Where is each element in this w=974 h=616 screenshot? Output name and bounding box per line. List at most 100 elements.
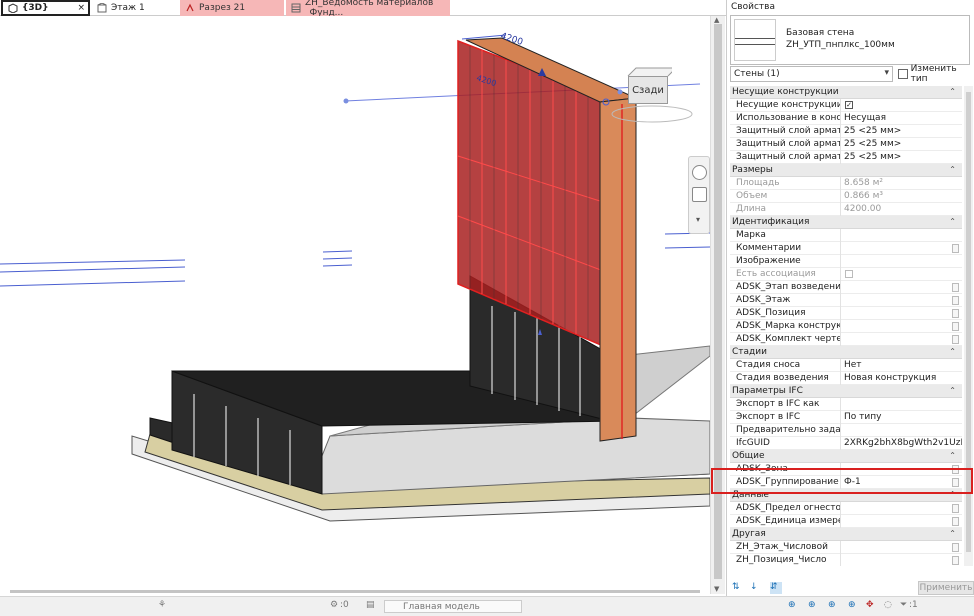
property-row[interactable]: Стадия возведения Новая конструкция	[730, 372, 962, 385]
background-process-icon[interactable]: ◌	[884, 600, 892, 610]
property-row[interactable]: Экспорт в IFC как	[730, 398, 962, 411]
property-name: ADSK_Этап возведения	[736, 282, 840, 292]
property-row[interactable]: ADSK_Марка конструкции	[730, 320, 962, 333]
viewcube[interactable]: Сзади	[624, 64, 672, 124]
property-row[interactable]: ZH_Позиция_Число	[730, 554, 962, 566]
3d-viewport[interactable]: 4200 4200 Сзади ▾ ✦ ◎ ◈ ☼ ◐ ⌂ ⊡ ⊞ ⚲ ◉ ☀ …	[0, 16, 710, 594]
property-row[interactable]: Длина 4200.00	[730, 203, 962, 216]
property-row[interactable]: Несущие конструкции ✓	[730, 99, 962, 112]
property-row[interactable]: ZH_Этаж_Числовой	[730, 541, 962, 554]
design-options-icon[interactable]: ⚙	[330, 600, 338, 610]
zoom-icon[interactable]	[692, 187, 707, 202]
property-value[interactable]: 25 <25 мм>	[844, 126, 901, 136]
associate-parameter-button[interactable]	[952, 517, 959, 526]
property-value[interactable]: 25 <25 мм>	[844, 139, 901, 149]
grip-handle[interactable]	[343, 98, 349, 104]
associate-parameter-button[interactable]	[952, 309, 959, 318]
apply-button[interactable]: Применить	[918, 581, 974, 595]
property-row[interactable]: Марка	[730, 229, 962, 242]
collapse-chevron-icon[interactable]: ⌃	[949, 386, 956, 395]
tab-section[interactable]: Разрез 21	[180, 0, 284, 16]
property-row[interactable]: Защитный слой армату... 25 <25 мм>	[730, 151, 962, 164]
tab-schedule[interactable]: ZH_Ведомость материалов _Фунд...	[286, 0, 450, 18]
associate-parameter-button[interactable]	[952, 504, 959, 513]
property-row[interactable]: Защитный слой армату... 25 <25 мм>	[730, 138, 962, 151]
property-row[interactable]: Комментарии	[730, 242, 962, 255]
collapse-chevron-icon[interactable]: ⌃	[949, 217, 956, 226]
property-value[interactable]: 2XRKg2bhX8bgWth2v1UzFU	[844, 438, 962, 448]
select-underlay-icon[interactable]: ⊕	[808, 600, 816, 610]
property-row[interactable]: Изображение	[730, 255, 962, 268]
collapse-chevron-icon[interactable]: ⌃	[949, 529, 956, 538]
property-value: 8.658 м²	[844, 178, 884, 188]
property-row[interactable]: Предварительно заданн...	[730, 424, 962, 437]
property-group-header[interactable]: Идентификация ⌃	[730, 216, 962, 229]
sort-by-category-icon[interactable]: ⇅	[732, 582, 744, 594]
associate-parameter-button[interactable]	[952, 335, 959, 344]
selection-count: :1	[909, 600, 918, 610]
property-row[interactable]: Использование в конст... Несущая	[730, 112, 962, 125]
tab-3d-view[interactable]: {3D} ×	[1, 0, 90, 16]
property-row[interactable]: ADSK_Комплект чертежей	[730, 333, 962, 346]
property-row[interactable]: IfcGUID 2XRKg2bhX8bgWth2v1UzFU	[730, 437, 962, 450]
group-icon[interactable]: ⇵	[770, 582, 782, 594]
select-links-icon[interactable]: ⊕	[788, 600, 796, 610]
viewport-vertical-scrollbar[interactable]: ▲ ▼	[710, 16, 725, 594]
property-name: ADSK_Этаж	[736, 295, 791, 305]
active-model-select[interactable]: Главная модель	[384, 600, 522, 613]
instance-filter-select[interactable]: Стены (1) ▾	[730, 66, 893, 82]
associate-parameter-button[interactable]	[952, 543, 959, 552]
worksets-icon[interactable]: ⚘	[158, 600, 166, 610]
property-row[interactable]: ADSK_Позиция	[730, 307, 962, 320]
viewport-horizontal-scrollbar[interactable]	[0, 590, 710, 594]
property-group-header[interactable]: Размеры ⌃	[730, 164, 962, 177]
property-row[interactable]: ADSK_Этаж	[730, 294, 962, 307]
property-checkbox[interactable]: ✓	[845, 101, 853, 109]
sort-alpha-icon[interactable]: ↓	[750, 582, 762, 594]
property-value[interactable]: Нет	[844, 360, 862, 370]
property-value[interactable]: Новая конструкция	[844, 373, 936, 383]
property-row[interactable]: Есть ассоциация	[730, 268, 962, 281]
property-row[interactable]: Площадь 8.658 м²	[730, 177, 962, 190]
edit-type-button[interactable]: Изменить тип	[898, 64, 973, 84]
property-value[interactable]: По типу	[844, 412, 881, 422]
associate-parameter-button[interactable]	[952, 283, 959, 292]
filter-label: Стены (1)	[734, 69, 780, 79]
select-by-face-icon[interactable]: ⊕	[848, 600, 856, 610]
associate-parameter-button[interactable]	[952, 322, 959, 331]
property-row[interactable]: ADSK_Этап возведения	[730, 281, 962, 294]
properties-scrollbar[interactable]	[964, 86, 973, 566]
property-row[interactable]: Защитный слой армату... 25 <25 мм>	[730, 125, 962, 138]
close-icon[interactable]: ×	[77, 3, 85, 13]
chevron-down-icon[interactable]: ▾	[696, 215, 700, 224]
property-group-header[interactable]: Стадии ⌃	[730, 346, 962, 359]
collapse-chevron-icon[interactable]: ⌃	[949, 347, 956, 356]
steering-wheel-icon[interactable]	[692, 165, 707, 180]
property-value[interactable]: 25 <25 мм>	[844, 152, 901, 162]
associate-parameter-button[interactable]	[952, 296, 959, 305]
model-scene[interactable]: 4200 4200	[0, 16, 710, 594]
filter-icon[interactable]: ⏷	[900, 600, 907, 610]
property-group-header[interactable]: Общие ⌃	[730, 450, 962, 463]
drag-elements-icon[interactable]: ✥	[866, 600, 874, 610]
grip-handle[interactable]	[617, 89, 623, 95]
collapse-chevron-icon[interactable]: ⌃	[949, 165, 956, 174]
property-value: 4200.00	[844, 204, 882, 214]
associate-parameter-button[interactable]	[952, 244, 959, 253]
collapse-chevron-icon[interactable]: ⌃	[949, 87, 956, 96]
property-group-header[interactable]: Другая ⌃	[730, 528, 962, 541]
property-name: Предварительно заданн...	[736, 425, 840, 435]
property-row[interactable]: ADSK_Единица измерения	[730, 515, 962, 528]
select-pinned-icon[interactable]: ⊕	[828, 600, 836, 610]
property-value[interactable]: Несущая	[844, 113, 886, 123]
property-group-header[interactable]: Несущие конструкции ⌃	[730, 86, 962, 99]
property-row[interactable]: Экспорт в IFC По типу	[730, 411, 962, 424]
property-group-header[interactable]: Параметры IFC ⌃	[730, 385, 962, 398]
associate-parameter-button[interactable]	[952, 556, 959, 565]
property-row[interactable]: Стадия сноса Нет	[730, 359, 962, 372]
property-row[interactable]: Объем 0.866 м³	[730, 190, 962, 203]
type-selector[interactable]: Базовая стена ZH_УТП_пнплкс_100мм	[730, 15, 970, 65]
property-row[interactable]: ADSK_Предел огнестойк...	[730, 502, 962, 515]
collapse-chevron-icon[interactable]: ⌃	[949, 451, 956, 460]
tab-floor-plan[interactable]: Этаж 1	[92, 0, 178, 16]
